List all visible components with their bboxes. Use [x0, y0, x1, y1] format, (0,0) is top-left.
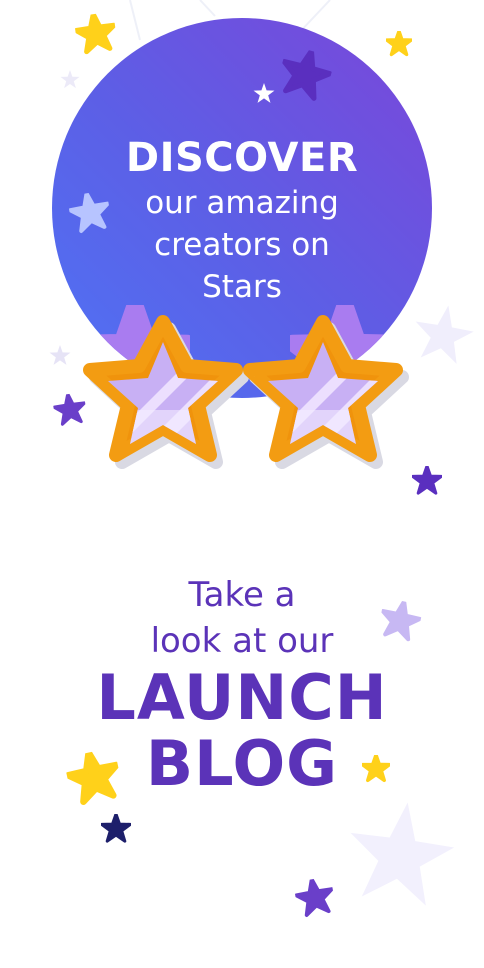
- promo-page: DISCOVER our amazing creators on Stars T…: [0, 0, 484, 968]
- star-glasses-icon: [83, 315, 409, 469]
- star-icon: [363, 755, 390, 780]
- star-icon: [102, 814, 131, 841]
- star-icon: [49, 345, 71, 365]
- star-icon: [294, 876, 336, 916]
- star-icon: [53, 392, 87, 425]
- star-icon: [342, 795, 460, 909]
- star-icon: [413, 466, 442, 493]
- glasses-layer: [49, 300, 478, 968]
- star-icon: [64, 747, 122, 803]
- star-icon: [409, 300, 478, 366]
- star-icon: [378, 597, 423, 640]
